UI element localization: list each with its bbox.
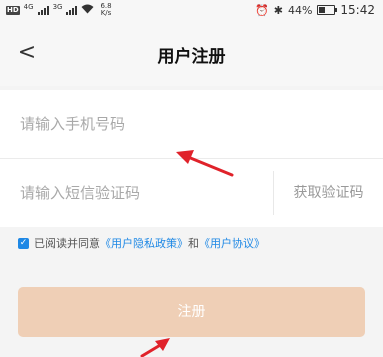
signal-icon-2 — [66, 5, 78, 15]
agree-checkbox[interactable]: ✓ — [18, 237, 29, 249]
agreement-joiner: 和 — [188, 237, 199, 250]
signal-icon — [37, 5, 49, 15]
network-type-b: 3G — [52, 3, 63, 11]
clock: 15:42 — [340, 3, 375, 17]
agreement-row: ✓ 已阅读并同意 《用户隐私政策》 和 《用户协议》 — [18, 234, 265, 252]
status-right: ⏰ ✱ 44% 15:42 — [255, 3, 375, 17]
annotation-arrow-icon-2 — [140, 338, 170, 357]
network-speed: 6.8 K/s — [100, 3, 111, 17]
battery-percent: 44% — [287, 3, 313, 17]
agreement-prefix: 已阅读并同意 — [34, 237, 100, 250]
get-code-button[interactable]: 获取验证码 — [274, 159, 383, 227]
bluetooth-icon: ✱ — [273, 3, 283, 17]
status-left: HD 4G 3G 6.8 K/s — [6, 3, 112, 17]
hd-badge: HD — [6, 5, 20, 15]
register-button[interactable]: 注册 — [18, 287, 365, 337]
network-type-a: 4G — [23, 3, 34, 11]
privacy-policy-link[interactable]: 《用户隐私政策》 — [100, 235, 188, 251]
status-bar: HD 4G 3G 6.8 K/s ⏰ ✱ 44% 15:42 — [0, 0, 383, 22]
annotation-arrow-icon — [176, 150, 234, 177]
alarm-icon: ⏰ — [255, 3, 269, 17]
wifi-icon — [81, 4, 94, 17]
speed-unit: K/s — [100, 9, 112, 17]
nav-bar: < 用户注册 — [0, 22, 383, 86]
battery-icon — [317, 5, 338, 15]
page-title: 用户注册 — [157, 47, 226, 67]
user-agreement-link[interactable]: 《用户协议》 — [199, 235, 265, 251]
